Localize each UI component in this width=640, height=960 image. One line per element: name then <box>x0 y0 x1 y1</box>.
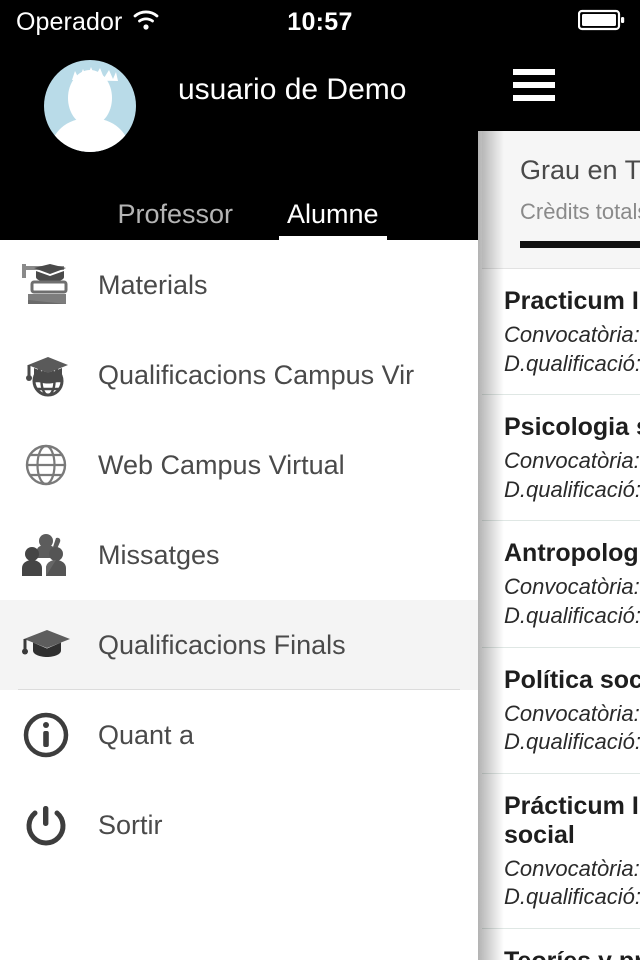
drawer-menu: Materials Qualificacions Campus Vir Web … <box>0 240 478 870</box>
sidebar-item-label: Web Campus Virtual <box>98 449 345 480</box>
sidebar-item-label: Qualificacions Campus Vir <box>98 359 415 390</box>
tab-alumne[interactable]: Alumne <box>279 199 387 240</box>
list-item[interactable]: Prácticum I: social Convocatòria: I D.qu… <box>482 773 640 929</box>
sidebar-item-label: Materials <box>98 269 208 300</box>
grade-convocatoria: Convocatòria: I <box>504 855 640 881</box>
graduation-globe-icon <box>18 347 74 403</box>
list-item[interactable]: Psicologia s Convocatòria: J D.qualifica… <box>482 395 640 522</box>
sidebar-item-web-campus-virtual[interactable]: Web Campus Virtual <box>0 420 478 510</box>
list-item[interactable]: Política soci Convocatòria: J D.qualific… <box>482 647 640 774</box>
sidebar-item-missatges[interactable]: Missatges <box>0 510 478 600</box>
grade-qualificacio: D.qualificació: <box>504 729 640 755</box>
grade-convocatoria: Convocatòria: J <box>504 448 640 474</box>
info-circle-icon <box>18 707 74 763</box>
grade-subject-name: Prácticum I: social <box>504 791 640 849</box>
sidebar-item-qualificacions-campus-virtual[interactable]: Qualificacions Campus Vir <box>0 330 478 420</box>
hamburger-menu-icon[interactable] <box>513 69 555 101</box>
clock-label: 10:57 <box>287 7 353 36</box>
status-bar: Operador 10:57 <box>0 0 640 44</box>
role-tabs: Professor Alumne <box>0 190 478 240</box>
course-summary-card: Grau en T Crèdits totals <box>482 131 640 269</box>
tab-professor[interactable]: Professor <box>109 199 241 240</box>
grade-convocatoria: Convocatòria: J <box>504 700 640 726</box>
sidebar-item-label: Quant a <box>98 719 195 750</box>
course-title: Grau en T <box>520 155 640 185</box>
grade-qualificacio: D.qualificació: <box>504 476 640 502</box>
list-item[interactable]: Practicum II Convocatòria: J D.qualifica… <box>482 269 640 396</box>
list-item[interactable]: Teoríes y pro <box>482 928 640 960</box>
power-icon <box>18 797 74 853</box>
grade-subject-name: Practicum II <box>504 287 640 315</box>
grade-qualificacio: D.qualificació: <box>504 602 640 628</box>
course-progress-bar <box>520 241 640 248</box>
grades-list: Practicum II Convocatòria: J D.qualifica… <box>482 269 640 960</box>
sidebar-item-label: Qualificacions Finals <box>98 629 346 660</box>
books-graduation-icon <box>18 257 74 313</box>
sidebar-item-sortir[interactable]: Sortir <box>0 780 478 870</box>
grade-subject-name: Política soci <box>504 665 640 694</box>
people-group-icon <box>18 527 74 583</box>
sidebar-item-qualificacions-finals[interactable]: Qualificacions Finals <box>0 600 478 690</box>
sidebar-item-label: Sortir <box>98 809 163 840</box>
grade-subject-name: Teoríes y pro <box>504 947 640 960</box>
navigation-drawer: usuario de Demo Professor Alumne Materia… <box>0 0 478 960</box>
globe-icon <box>18 437 74 493</box>
app-screen: Grau en T Crèdits totals Practicum II Co… <box>0 0 640 960</box>
grade-convocatoria: Convocatòria: J <box>504 574 640 600</box>
list-item[interactable]: Antropologia Convocatòria: J D.qualifica… <box>482 521 640 648</box>
grade-subject-name: Psicologia s <box>504 413 640 442</box>
course-credits-label: Crèdits totals <box>520 199 640 224</box>
graduation-cap-icon <box>18 617 74 673</box>
sidebar-item-label: Missatges <box>98 539 220 570</box>
grade-subject-name: Antropologia <box>504 539 640 568</box>
grade-qualificacio: D.qualificació: <box>504 884 640 910</box>
grade-qualificacio: D.qualificació: <box>504 350 640 376</box>
avatar[interactable] <box>32 60 148 152</box>
username-label: usuario de Demo <box>178 73 407 106</box>
grade-convocatoria: Convocatòria: J <box>504 322 640 347</box>
status-bar-right <box>577 8 626 37</box>
sidebar-item-materials[interactable]: Materials <box>0 240 478 330</box>
battery-full-icon <box>577 8 626 37</box>
sidebar-item-quant-a[interactable]: Quant a <box>0 690 478 780</box>
